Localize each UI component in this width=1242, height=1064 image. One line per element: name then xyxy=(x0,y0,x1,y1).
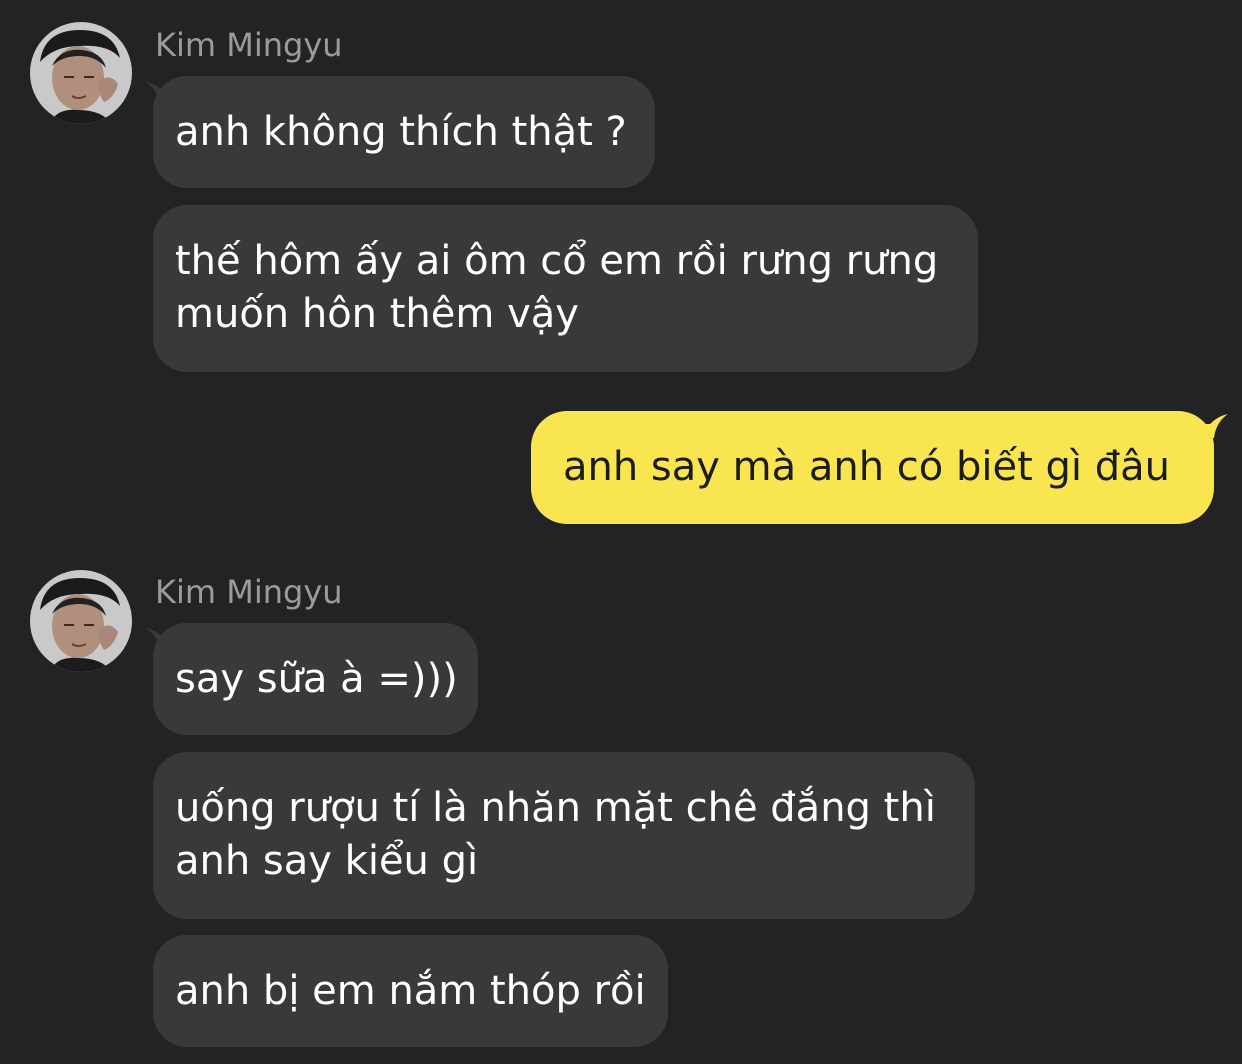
message-bubble[interactable]: anh không thích thật ? xyxy=(153,76,655,188)
avatar-photo-icon xyxy=(30,22,132,124)
message-bubble[interactable]: thế hôm ấy ai ôm cổ em rồi rưng rưng muố… xyxy=(153,205,978,372)
contact-avatar[interactable] xyxy=(30,22,132,124)
contact-avatar[interactable] xyxy=(30,570,132,672)
sender-name: Kim Mingyu xyxy=(155,573,343,611)
message-text: anh bị em nắm thóp rồi xyxy=(175,968,646,1014)
message-text: say sữa à =))) xyxy=(175,656,458,702)
avatar-photo-icon xyxy=(30,570,132,672)
message-text: anh không thích thật ? xyxy=(175,109,627,155)
sender-name: Kim Mingyu xyxy=(155,26,343,64)
message-text: anh say mà anh có biết gì đâu xyxy=(563,444,1170,490)
message-text-line: thế hôm ấy ai ôm cổ em rồi rưng rưng xyxy=(175,238,939,284)
outgoing-message-bubble[interactable]: anh say mà anh có biết gì đâu xyxy=(531,411,1214,524)
chat-thread: Kim Mingyu anh không thích thật ? thế hô… xyxy=(0,0,1242,1064)
message-text-line: anh say kiểu gì xyxy=(175,838,479,884)
message-bubble[interactable]: say sữa à =))) xyxy=(153,623,478,735)
message-bubble[interactable]: anh bị em nắm thóp rồi xyxy=(153,935,668,1047)
message-text-line: muốn hôn thêm vậy xyxy=(175,291,579,337)
message-bubble[interactable]: uống rượu tí là nhăn mặt chê đắng thì an… xyxy=(153,752,975,919)
message-text-line: uống rượu tí là nhăn mặt chê đắng thì xyxy=(175,785,936,831)
bubble-tail xyxy=(1196,414,1228,438)
